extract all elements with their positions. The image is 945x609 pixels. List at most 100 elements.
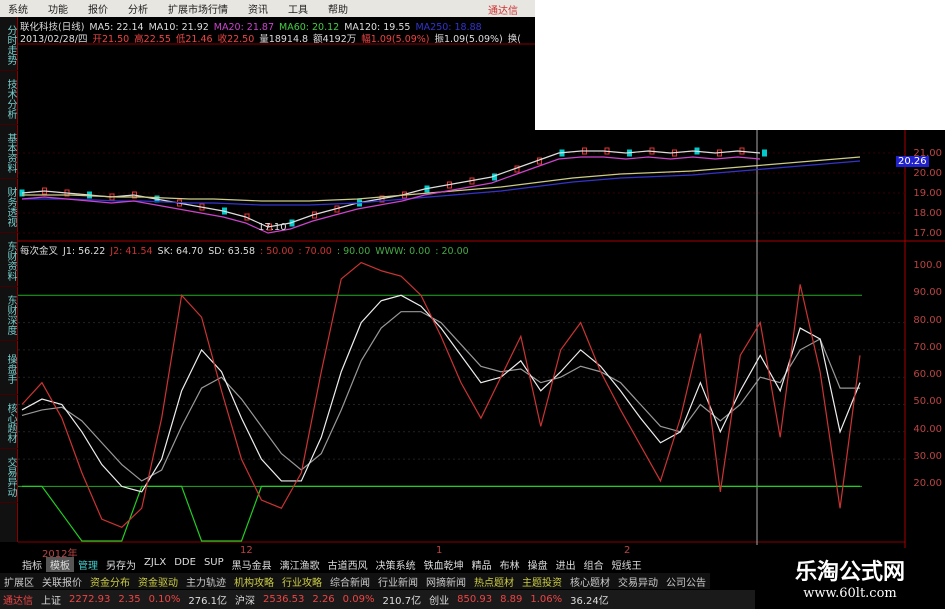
date-tick: 12 [240,545,253,556]
indicator-tab[interactable]: 铁血乾坤 [420,557,468,572]
menu-item[interactable]: 报价 [88,1,108,16]
status-item: 8.89 [500,594,523,605]
indicator-tab[interactable]: ZJLX [140,557,170,572]
indicator-tab[interactable]: SUP [200,557,228,572]
info-item: 额4192万 [313,34,357,45]
info-item: : 90.00 [336,246,371,257]
info-item: 开21.50 [92,34,130,45]
status-item: 210.7亿 [382,596,422,607]
indicator-tab[interactable]: 漓江渔歌 [276,557,324,572]
info-tab[interactable]: 主力轨迹 [182,573,230,589]
info-tab[interactable]: 资金驱动 [134,573,182,589]
info-item: 振1.09(5.09%) [434,34,503,45]
info-tab[interactable]: 主题投资 [518,573,566,589]
indicator-tab[interactable]: 另存为 [102,557,140,572]
info-item: SD: 63.58 [208,246,255,257]
info-item: 幅1.09(5.09%) [361,34,430,45]
price-tick: 20.00 [913,168,942,179]
menu-item[interactable]: 工具 [288,1,308,16]
info-item: J2: 41.54 [110,246,153,257]
menu-item[interactable]: 帮助 [328,1,348,16]
info-tab[interactable]: 行业攻略 [278,573,326,589]
status-item: 沪深 [235,596,256,607]
info-tab[interactable]: 公司公告 [662,573,710,589]
price-tick: 19.00 [913,188,942,199]
indicator-tab[interactable]: 精品 [468,557,496,572]
indicator-tab[interactable]: 短线王 [608,557,646,572]
indicator-tab[interactable]: DDE [170,557,200,572]
side-tab[interactable]: 核心题材 [0,395,18,449]
info-tab[interactable]: 机构攻略 [230,573,278,589]
status-item: 创业 [429,596,450,607]
indicator-tab[interactable]: 决策系统 [372,557,420,572]
menu-item[interactable]: 扩展市场行情 [168,1,228,16]
j-line [21,261,861,529]
side-tab[interactable]: 东财资料 [0,233,18,287]
side-tab[interactable]: 财务透视 [0,179,18,233]
status-item: 2.35 [118,594,141,605]
watermark: 乐淘公式网 www.60lt.com [755,548,945,609]
blank-area [535,0,945,130]
status-item: 2272.93 [69,594,111,605]
side-tab[interactable]: 东财深度 [0,287,18,341]
info-item: : 50.00 [260,246,294,257]
menu-item[interactable]: 资讯 [248,1,268,16]
date-tick: 2 [624,545,631,556]
indicator-tick: 20.00 [913,478,942,490]
info-item: 低21.46 [175,34,213,45]
indicator-tab[interactable]: 进出 [552,557,580,572]
status-item: 2536.53 [263,594,305,605]
status-item: 2.26 [312,594,335,605]
info-item: J1: 56.22 [63,246,106,257]
info-tab[interactable]: 行业新闻 [374,573,422,589]
side-tab[interactable]: 基本资料 [0,125,18,179]
info-tab[interactable]: 关联报价 [38,573,86,589]
indicator-tab[interactable]: 黑马金县 [228,557,276,572]
ma60-line [22,156,861,202]
side-tab[interactable]: 操盘手 [0,341,18,395]
ma5-line [21,150,761,228]
menu-bar: 系统 功能 报价 分析 扩展市场行情 资讯 工具 帮助 [0,0,535,17]
info-item: : 20.00 [435,246,469,257]
info-item: 2013/02/28/四 [20,34,88,45]
status-item: 通达信 [3,596,33,607]
info-item: 收22.50 [217,34,255,45]
menu-item[interactable]: 功能 [48,1,68,16]
status-item: 0.10% [148,594,181,605]
status-item: 0.09% [342,594,375,605]
indicator-tab[interactable]: 布林 [496,557,524,572]
indicator-tab[interactable]: 古道西风 [324,557,372,572]
quote-info-line: 2013/02/28/四 开21.50 高22.55 低21.46 收22.50 量189… [20,31,526,45]
indicator-axis: 100.0 90.00 80.00 70.00 60.00 50.00 40.00 30.00… [905,260,945,506]
indicator-tick: 70.00 [913,341,942,353]
brand-label: 通达信 [488,6,518,17]
info-item: SK: 64.70 [157,246,204,257]
indicator-tab[interactable]: 模板 [46,557,74,572]
info-item: 量18914.8 [259,34,309,45]
info-tab[interactable]: 资金分布 [86,573,134,589]
indicator-tabs: 指标 模板 管理 另存为 ZJLX DDE SUP 黑马金县 漓江渔歌 古道西风 决策系统 铁血乾坤精… [18,557,646,572]
info-tab[interactable]: 综合新闻 [326,573,374,589]
menu-item[interactable]: 系统 [8,1,28,16]
side-tab[interactable]: 分时走势 [0,17,18,71]
info-tab[interactable]: 热点题材 [470,573,518,589]
price-tick: 18.00 [913,208,942,219]
info-tab[interactable]: 交易异动 [614,573,662,589]
indicator-tick: 60.00 [913,369,942,381]
info-tab[interactable]: 扩展区 [0,573,38,589]
indicator-tick: 30.00 [913,451,942,463]
status-item: 1.06% [530,594,563,605]
info-item: : 70.00 [298,246,332,257]
indicator-tab[interactable]: 管理 [74,557,102,572]
side-tab[interactable]: 交易异动 [0,449,18,503]
menu-item[interactable]: 分析 [128,1,148,16]
info-tab[interactable]: 核心题材 [566,573,614,589]
side-tab[interactable]: 技术分析 [0,71,18,125]
indicator-tab[interactable]: 指标 [18,557,46,572]
indicator-tab[interactable]: 操盘 [524,557,552,572]
indicator-tick: 50.00 [913,396,942,408]
info-tab[interactable]: 网摘新闻 [422,573,470,589]
watermark-title: 乐淘公式网 [794,560,905,585]
indicator-tab[interactable]: 组合 [580,557,608,572]
status-item: 上证 [41,596,61,607]
